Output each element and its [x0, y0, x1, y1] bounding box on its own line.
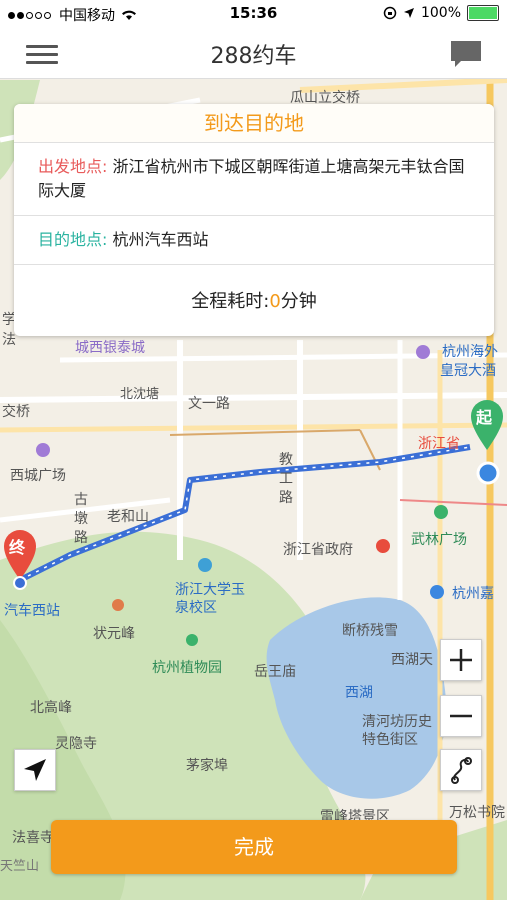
map-label: 老和山: [107, 509, 149, 525]
map-label: 西湖天: [391, 652, 433, 668]
map-label: 万松书院: [449, 805, 505, 821]
map-label: 北高峰: [30, 700, 72, 716]
map-label: 茅家埠: [186, 758, 228, 774]
duration-unit: 分钟: [280, 291, 317, 312]
location-arrow-icon: [403, 8, 414, 18]
map-label: 状元峰: [93, 626, 135, 642]
map-label: 城西银泰城: [75, 340, 145, 356]
chat-icon[interactable]: [449, 39, 483, 69]
done-button[interactable]: 完成: [51, 820, 457, 874]
map-label: 灵隐寺: [55, 736, 97, 752]
plus-icon: [450, 649, 472, 671]
map-label: 断桥残雪: [342, 623, 398, 639]
page-title: 288约车: [210, 44, 297, 69]
map-label: 浙江省: [418, 436, 460, 452]
route-button[interactable]: [440, 749, 482, 791]
locate-button[interactable]: [14, 749, 56, 791]
map-label: 西湖: [345, 685, 373, 701]
end-marker-label: 终: [9, 538, 26, 557]
destination-row: 目的地点: 杭州汽车西站: [14, 216, 494, 265]
map-label: 天竺山: [0, 859, 40, 874]
location-arrow-icon: [24, 759, 46, 781]
duration-prefix: 全程耗时:: [191, 291, 270, 312]
zoom-out-button[interactable]: [440, 695, 482, 737]
map-label: 浙江大学玉泉校区: [175, 582, 245, 616]
map-label: 杭州海外: [442, 344, 498, 360]
map-label: 杭州嘉: [452, 586, 494, 602]
map-label: 教工路: [279, 452, 293, 506]
status-right: 100%: [383, 5, 499, 21]
arrival-card: 到达目的地 出发地点: 浙江省杭州市下城区朝晖街道上塘高架元丰钛合国际大厦 目的…: [14, 104, 494, 336]
map-label: 法喜寺: [12, 830, 54, 846]
battery-percent: 100%: [420, 5, 461, 21]
duration-row: 全程耗时:0分钟: [14, 265, 494, 313]
map-label: 武林广场: [411, 532, 467, 548]
departure-label: 出发地点:: [38, 157, 108, 176]
destination-value: 杭州汽车西站: [112, 230, 209, 249]
destination-label: 目的地点:: [38, 230, 108, 249]
map-label: 交桥: [2, 404, 30, 420]
map-label: 北沈塘: [120, 387, 160, 402]
minus-icon: [450, 714, 472, 718]
zoom-in-button[interactable]: [440, 639, 482, 681]
status-bar: 中国移动 15:36 100%: [0, 0, 507, 28]
route-icon: [451, 757, 472, 784]
map-label: 皇冠大酒: [440, 363, 496, 379]
map-label: 清河坊历史特色街区: [362, 714, 432, 748]
map-label: 汽车西站: [4, 603, 60, 619]
start-marker-label: 起: [476, 408, 493, 427]
map-label: 浙江省政府: [283, 542, 353, 558]
battery-icon: [467, 5, 499, 21]
nav-bar: 288约车: [0, 28, 507, 79]
duration-value: 0: [269, 291, 281, 312]
map-label: 西城广场: [10, 468, 66, 484]
rotation-lock-icon: [383, 6, 397, 20]
map-label: 文一路: [188, 396, 230, 412]
map-label: 杭州植物园: [152, 660, 222, 676]
departure-row: 出发地点: 浙江省杭州市下城区朝晖街道上塘高架元丰钛合国际大厦: [14, 143, 494, 216]
map-label: 古墩路: [74, 492, 88, 546]
card-header: 到达目的地: [14, 104, 494, 143]
map-label: 岳王庙: [254, 664, 296, 680]
